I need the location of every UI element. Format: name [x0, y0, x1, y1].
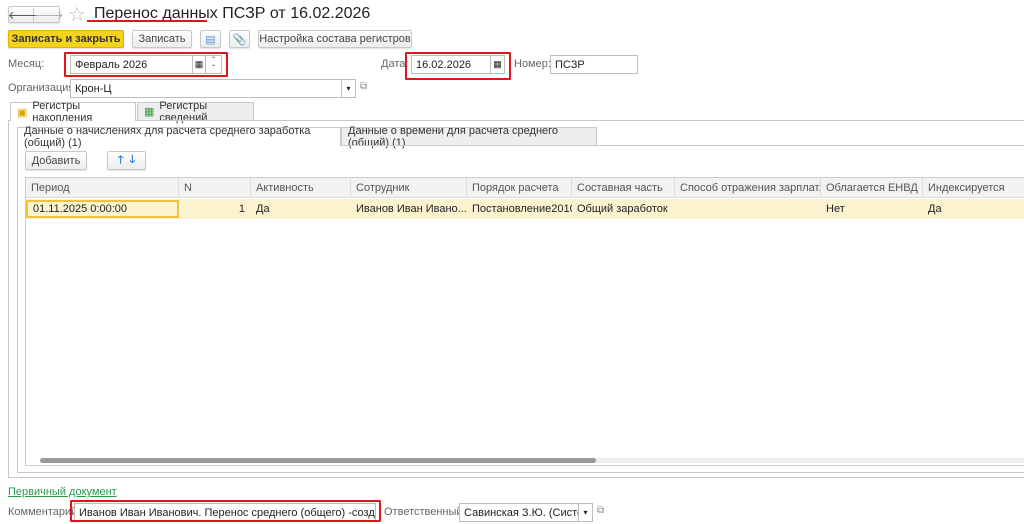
column-header[interactable]: Период	[26, 178, 179, 198]
subtab-time[interactable]: Данные о времени для расчета среднего (о…	[341, 125, 597, 149]
subtab-accruals[interactable]: Данные о начислениях для расчета среднег…	[17, 125, 341, 149]
cell-component[interactable]: Общий заработок	[572, 200, 675, 218]
table-header: Период N Активность Сотрудник Порядок ра…	[26, 178, 1024, 198]
column-header[interactable]: N	[179, 178, 251, 198]
nav-buttons: 🡐 🡒	[8, 6, 64, 23]
register-icon: ▣	[17, 106, 28, 119]
cell-activity[interactable]: Да	[251, 200, 351, 218]
attachment-icon[interactable]: 📎	[229, 30, 250, 48]
tab-info-registers[interactable]: ▦ Регистры сведений	[137, 100, 254, 124]
highlight-box	[70, 500, 381, 522]
open-icon[interactable]: ⧉	[597, 505, 604, 516]
table-row[interactable]: 01.11.2025 0:00:00 1 Да Иванов Иван Иван…	[26, 199, 1024, 219]
open-icon[interactable]: ⧉	[360, 81, 367, 92]
organization-input[interactable]: Крон-Ц	[70, 79, 342, 98]
scrollbar-thumb[interactable]	[40, 458, 596, 463]
dropdown-icon[interactable]: ▾	[578, 503, 593, 522]
data-table: Период N Активность Сотрудник Порядок ра…	[25, 177, 1024, 466]
number-input[interactable]: ПСЗР	[550, 55, 638, 74]
cell-envd[interactable]: Нет	[821, 200, 923, 218]
cell-reflection[interactable]	[675, 200, 821, 218]
column-header[interactable]: Сотрудник	[351, 178, 467, 198]
save-button[interactable]: Записать	[132, 30, 192, 48]
cell-indexed[interactable]: Да	[923, 200, 1024, 218]
forward-arrow-icon[interactable]: 🡒	[34, 8, 64, 22]
responsible-input[interactable]: Савинская З.Ю. (Систем	[459, 503, 579, 522]
table-icon: ▦	[144, 106, 155, 118]
move-buttons: 🡑 🡓	[107, 151, 146, 170]
save-and-close-button[interactable]: Записать и закрыть	[8, 30, 124, 48]
column-header[interactable]: Индексируется	[923, 178, 1024, 198]
responsible-label: Ответственный:	[384, 506, 466, 518]
tab-accumulation-registers[interactable]: ▣ Регистры накопления	[10, 100, 136, 124]
column-header[interactable]: Облагается ЕНВД	[821, 178, 923, 198]
month-label: Месяц:	[8, 58, 45, 70]
report-icon[interactable]: ▤	[200, 30, 221, 48]
column-header[interactable]: Порядок расчета	[467, 178, 572, 198]
column-header[interactable]: Способ отражения зарплат...	[675, 178, 821, 198]
primary-document-link[interactable]: Первичный документ	[8, 486, 117, 498]
column-header[interactable]: Активность	[251, 178, 351, 198]
cell-employee[interactable]: Иванов Иван Ивано...	[351, 200, 467, 218]
column-header[interactable]: Составная часть	[572, 178, 675, 198]
dropdown-icon[interactable]: ▾	[341, 79, 356, 98]
tab-label: Регистры накопления	[32, 100, 93, 124]
register-settings-button[interactable]: Настройка состава регистров	[258, 30, 412, 48]
horizontal-scrollbar[interactable]	[40, 458, 1024, 463]
organization-label: Организация:	[8, 82, 78, 94]
cell-calc-order[interactable]: Постановление2010	[467, 200, 572, 218]
move-down-icon[interactable]: 🡓	[130, 151, 136, 170]
add-button[interactable]: Добавить	[25, 151, 87, 170]
back-arrow-icon[interactable]: 🡐	[8, 7, 38, 22]
cell-n[interactable]: 1	[179, 200, 251, 218]
title-underline	[87, 20, 207, 22]
highlight-box	[405, 52, 511, 80]
favorite-star-icon[interactable]: ☆	[68, 2, 86, 27]
highlight-box	[64, 52, 228, 77]
number-label: Номер:	[514, 58, 551, 70]
cell-period[interactable]: 01.11.2025 0:00:00	[26, 200, 179, 218]
move-up-icon[interactable]: 🡑	[118, 151, 124, 170]
